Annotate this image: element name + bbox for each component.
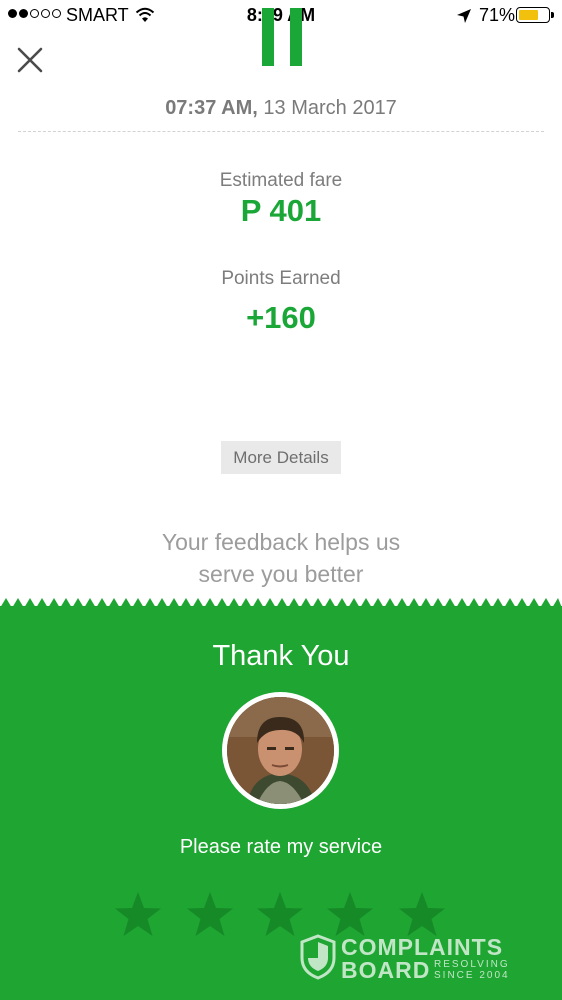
- rating-star-1[interactable]: [113, 890, 163, 940]
- close-icon: [17, 47, 43, 73]
- watermark-tag-1: RESOLVING: [434, 959, 510, 970]
- rating-star-4[interactable]: [325, 890, 375, 940]
- trip-time: 07:37 AM,: [165, 97, 258, 119]
- more-details-button[interactable]: More Details: [221, 441, 341, 474]
- rating-star-3[interactable]: [255, 890, 305, 940]
- fare-value: P 401: [240, 193, 322, 228]
- dashed-divider: [18, 131, 544, 132]
- star-icon: [187, 892, 233, 936]
- thank-you-title: Thank You: [212, 640, 350, 672]
- rating-star-2[interactable]: [185, 890, 235, 940]
- star-rating: [113, 890, 453, 940]
- location-arrow-icon: [456, 8, 472, 29]
- battery-percent: 71%: [479, 5, 516, 25]
- complaints-board-watermark: COMPLAINTS BOARD RESOLVING SINCE 2004: [300, 934, 520, 984]
- trip-datetime: 07:37 AM, 13 March 2017: [0, 97, 562, 120]
- star-icon: [327, 892, 373, 936]
- points-label: Points Earned: [221, 268, 341, 289]
- close-button[interactable]: [14, 44, 46, 76]
- fare-label: Estimated fare: [219, 170, 343, 191]
- star-icon: [399, 892, 445, 936]
- watermark-line-2: BOARD: [341, 957, 431, 983]
- brand-logo: [262, 8, 302, 66]
- trip-date: 13 March 2017: [263, 97, 397, 119]
- feedback-line-1: Your feedback helps us: [161, 529, 401, 555]
- points-value: +160: [246, 300, 316, 335]
- driver-avatar: [222, 692, 339, 809]
- rating-star-5[interactable]: [397, 890, 447, 940]
- rate-service-prompt: Please rate my service: [179, 836, 383, 858]
- battery-icon: [516, 7, 550, 23]
- feedback-message: Your feedback helps us serve you better: [0, 526, 562, 590]
- feedback-line-2: serve you better: [198, 561, 364, 587]
- shield-icon: [300, 934, 336, 980]
- star-icon: [115, 892, 161, 936]
- watermark-tag-2: SINCE 2004: [434, 970, 510, 981]
- star-icon: [257, 892, 303, 936]
